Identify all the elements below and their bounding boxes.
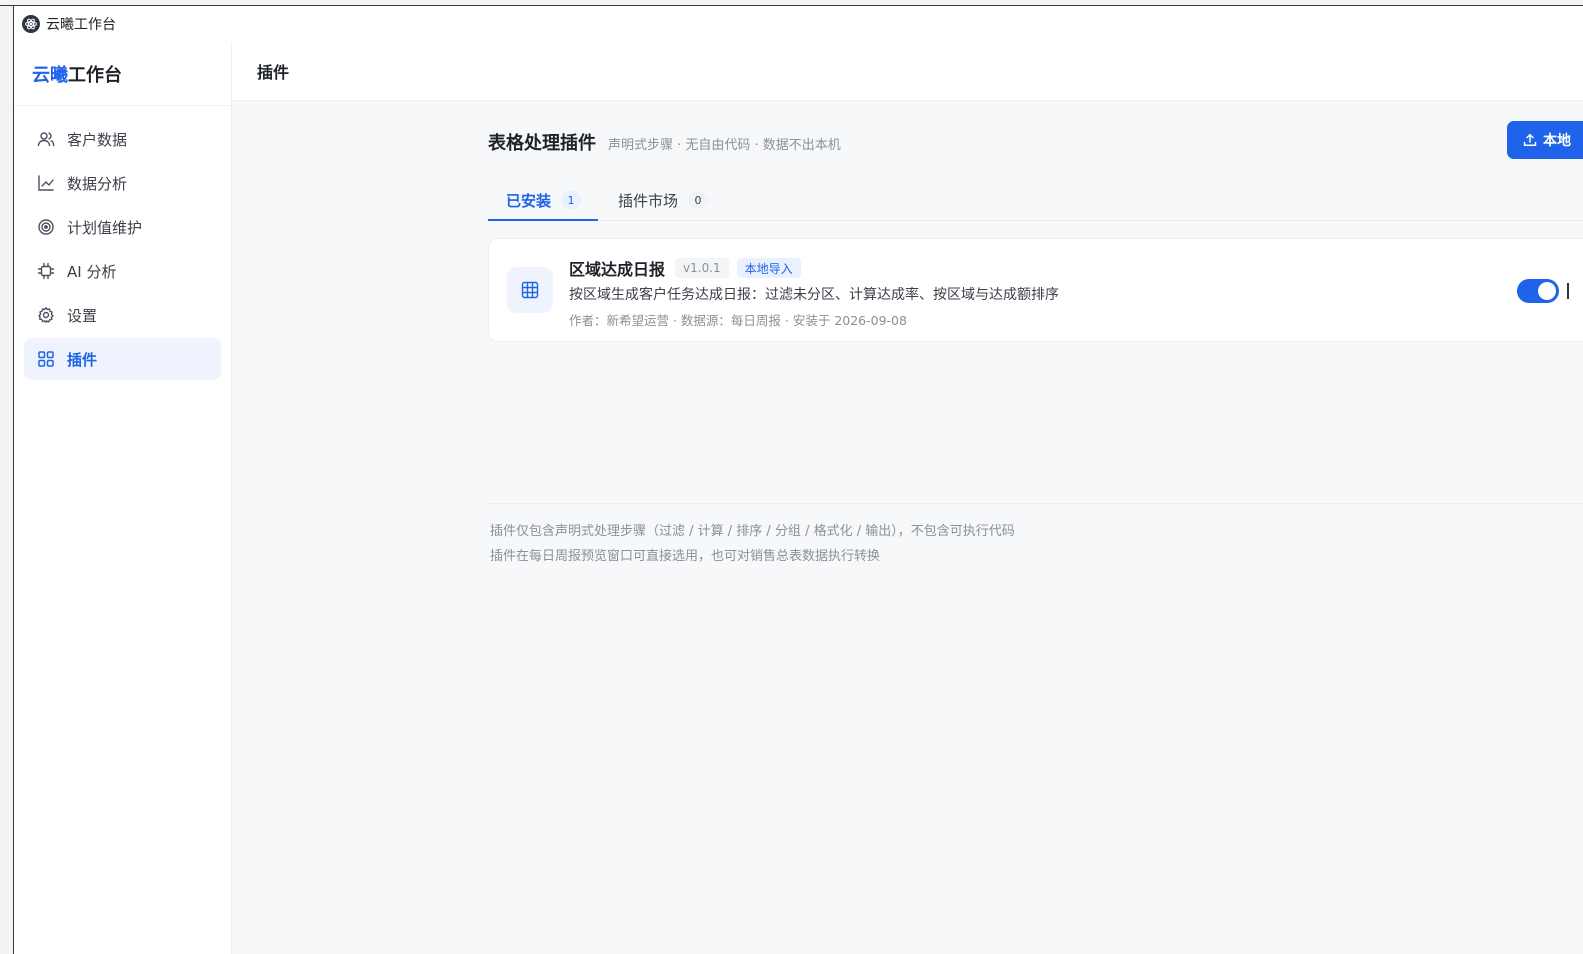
sidebar: 云曦 工作台 客户数据 数据分析 计划值维护 AI 分析 设置 插件 — [14, 42, 232, 954]
main-area: 插件 表格处理插件 声明式步骤 · 无自由代码 · 数据不出本机 本地 已安装 … — [232, 42, 1583, 954]
plugin-title-row: 区域达成日报 v1.0.1 本地导入 — [569, 256, 801, 280]
app-window: 云曦工作台 云曦 工作台 客户数据 数据分析 计划值维护 AI 分析 设置 插件… — [14, 6, 1583, 954]
plugin-meta: 作者：新希望运营 · 数据源：每日周报 · 安装于 2026-09-08 — [569, 313, 907, 328]
background-desktop — [0, 0, 14, 954]
plugin-card: 区域达成日报 v1.0.1 本地导入 按区域生成客户任务达成日报：过滤未分区、计… — [488, 238, 1583, 342]
sidebar-item-label: 插件 — [67, 350, 98, 369]
grid-icon — [37, 350, 55, 368]
section-header: 表格处理插件 声明式步骤 · 无自由代码 · 数据不出本机 — [488, 129, 841, 155]
tab-count-badge: 0 — [688, 191, 709, 209]
sidebar-item-label: 数据分析 — [67, 174, 128, 193]
sidebar-item-data-analysis[interactable]: 数据分析 — [24, 162, 221, 204]
sidebar-item-customer-data[interactable]: 客户数据 — [24, 118, 221, 160]
target-icon — [37, 218, 55, 236]
tab-installed[interactable]: 已安装 1 — [506, 179, 582, 221]
footnote-line-2: 插件在每日周报预览窗口可直接选用，也可对销售总表数据执行转换 — [490, 549, 881, 564]
sidebar-item-ai-analysis[interactable]: AI 分析 — [24, 250, 221, 292]
divider — [488, 503, 1583, 504]
plugin-tabs: 已安装 1 插件市场 0 — [488, 179, 1583, 221]
brand-rest: 工作台 — [68, 64, 122, 86]
titlebar: 云曦工作台 — [14, 6, 1583, 42]
sidebar-item-plugins[interactable]: 插件 — [24, 338, 221, 380]
line-chart-icon — [37, 174, 55, 192]
tab-label: 插件市场 — [618, 191, 679, 210]
brand-accent: 云曦 — [32, 64, 68, 86]
sidebar-item-settings[interactable]: 设置 — [24, 294, 221, 336]
plugin-name: 区域达成日报 — [569, 260, 666, 279]
brand-logo: 云曦 工作台 — [14, 42, 231, 106]
tab-label: 已安装 — [506, 191, 552, 210]
tab-marketplace[interactable]: 插件市场 0 — [618, 179, 709, 221]
import-button-label: 本地 — [1543, 133, 1571, 149]
plugin-enable-toggle[interactable] — [1517, 279, 1559, 303]
toggle-knob — [1538, 282, 1556, 300]
page-title: 插件 — [232, 42, 1583, 101]
upload-icon — [1523, 133, 1537, 147]
footnote-line-1: 插件仅包含声明式处理步骤（过滤 / 计算 / 排序 / 分组 / 格式化 / 输… — [490, 524, 1015, 539]
section-subtitle: 声明式步骤 · 无自由代码 · 数据不出本机 — [608, 138, 841, 153]
plugin-description: 按区域生成客户任务达成日报：过滤未分区、计算达成率、按区域与达成额排序 — [569, 287, 1059, 303]
source-badge: 本地导入 — [736, 258, 801, 278]
version-badge: v1.0.1 — [675, 258, 729, 278]
sidebar-item-plan-values[interactable]: 计划值维护 — [24, 206, 221, 248]
window-title: 云曦工作台 — [46, 17, 116, 33]
card-action-edge — [1567, 283, 1569, 299]
sidebar-item-label: 设置 — [67, 306, 98, 325]
tab-count-badge: 1 — [561, 191, 582, 209]
chip-icon — [37, 262, 55, 280]
sidebar-item-label: AI 分析 — [67, 262, 117, 281]
table-icon — [507, 267, 553, 313]
local-import-button[interactable]: 本地 — [1507, 121, 1583, 159]
app-logo-icon — [22, 15, 40, 33]
gear-icon — [37, 306, 55, 324]
sidebar-nav: 客户数据 数据分析 计划值维护 AI 分析 设置 插件 — [14, 106, 231, 394]
section-title: 表格处理插件 — [488, 133, 596, 154]
sidebar-item-label: 客户数据 — [67, 130, 128, 149]
plugins-content: 表格处理插件 声明式步骤 · 无自由代码 · 数据不出本机 本地 已安装 1 插… — [488, 101, 1583, 954]
users-icon — [37, 130, 55, 148]
active-tab-indicator — [488, 219, 598, 221]
sidebar-item-label: 计划值维护 — [67, 218, 143, 237]
